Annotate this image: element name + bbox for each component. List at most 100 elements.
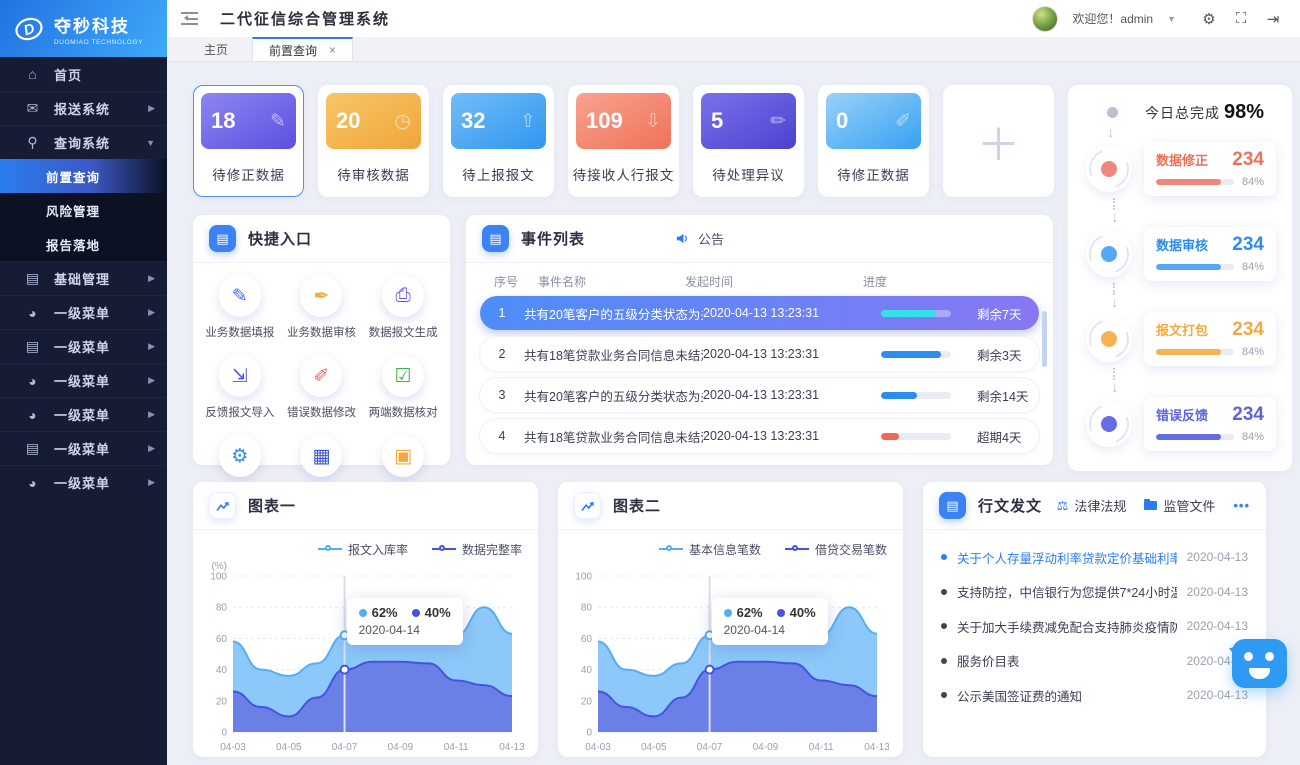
table-row[interactable]: 3 共有20笔客户的五级分类状态为关注 2020-04-13 13:23:31 … (480, 378, 1039, 412)
list-item[interactable]: 公示美国签证费的通知 2020-04-13 (941, 678, 1248, 713)
avatar[interactable] (1032, 6, 1058, 32)
list-item[interactable]: 关于加大手续费减免配合支持肺炎疫情防... 2020-04-13 (941, 609, 1248, 644)
arrow-down-icon: ↓ (1107, 125, 1292, 140)
chart-panel-1: 图表一 报文入库率数据完整率020406080100(%)04-0304-050… (193, 482, 538, 757)
search-icon: ⚲ (24, 134, 41, 151)
checkbox-icon: ☑ (382, 355, 424, 397)
table-row[interactable]: 1 共有20笔客户的五级分类状态为关注... 2020-04-13 13:23:… (480, 296, 1039, 330)
tabbar: 主页 前置查询 × (167, 37, 1300, 62)
caret-down-icon[interactable]: ▼ (1167, 14, 1176, 24)
plus-icon: ＋ (977, 109, 1021, 173)
svg-text:80: 80 (216, 603, 228, 614)
username[interactable]: admin (1120, 12, 1153, 26)
quick-item-feedback-import[interactable]: ⇲反馈报文导入 (199, 355, 281, 420)
sidebar-item-base-management[interactable]: ▤ 基础管理 ▶ (0, 261, 167, 295)
pie-icon: ◕ (24, 475, 41, 491)
chevron-right-icon: ▶ (148, 341, 155, 352)
chevron-right-icon: ▶ (148, 443, 155, 454)
query-submenu: 前置查询 风险管理 报告落地 (0, 159, 167, 261)
quick-item-data-check[interactable]: ☑两端数据核对 (362, 355, 444, 420)
sidebar-item-menu-4[interactable]: ◕ 一级菜单 ▶ (0, 397, 167, 431)
progress-bar (1156, 264, 1234, 270)
progress-bar (881, 310, 951, 317)
stat-card-pending-upload[interactable]: 32⇧ 待上报报文 (443, 85, 554, 197)
welcome-text: 欢迎您！admin (1072, 10, 1153, 27)
sidebar-item-report-landing[interactable]: 报告落地 (0, 227, 167, 261)
speaker-icon (675, 231, 690, 246)
clipboard-upload-icon: ⇧ (520, 110, 536, 133)
today-total-title: 今日总完成98% (1145, 101, 1264, 124)
sidebar-item-menu-5[interactable]: ▤ 一级菜单 ▶ (0, 431, 167, 465)
chart-tooltip: 62%40%2020-04-14 (712, 598, 828, 645)
smiley-mouth-icon (1249, 668, 1270, 679)
bullet-icon (941, 692, 947, 698)
sidebar-item-risk-management[interactable]: 风险管理 (0, 193, 167, 227)
announcement-link[interactable]: 公告 (675, 229, 724, 248)
stat-card-pending-fix[interactable]: 18✎ 待修正数据 (193, 85, 304, 197)
close-icon[interactable]: × (329, 43, 336, 57)
stat-card-pending-audit[interactable]: 20◷ 待审核数据 (318, 85, 429, 197)
svg-text:04-09: 04-09 (388, 742, 414, 753)
settings-gear-icon[interactable]: ⚙ (1200, 10, 1218, 28)
tab-law[interactable]: ⚖法律法规 (1057, 496, 1127, 515)
svg-text:04-07: 04-07 (332, 742, 358, 753)
sidebar: D 夺秒科技 DUOMIAO TECHNOLOGY ⌂ 首页 ✉ 报送系统 ▶ … (0, 0, 167, 765)
legend-item: 基本信息笔数 (659, 541, 761, 558)
tab-regulatory[interactable]: 监管文件 (1144, 496, 1215, 515)
sidebar-collapse-icon[interactable] (181, 12, 198, 25)
stat-card-pending-dispute[interactable]: 5✏ 待处理异议 (693, 85, 804, 197)
table-row[interactable]: 2 共有18笔贷款业务合同信息未结清 2020-04-13 13:23:31 剩… (480, 337, 1039, 371)
logout-icon[interactable]: ⇥ (1264, 10, 1282, 28)
stat-card-pending-fix-2[interactable]: 0✐ 待修正数据 (818, 85, 929, 197)
quick-entry-panel: ▤ 快捷入口 ✎业务数据填报 ✒业务数据审核 ⎙数据报文生成 ⇲反馈报文导入 ✐… (193, 215, 450, 465)
stat-card-pending-receive[interactable]: 109⇩ 待接收人行报文 (568, 85, 679, 197)
svg-text:04-05: 04-05 (641, 742, 667, 753)
table-row[interactable]: 4 共有18笔贷款业务合同信息未结清 2020-04-13 13:23:31 超… (480, 419, 1039, 453)
list-item[interactable]: 关于个人存量浮动利率贷款定价基础利率... 2020-04-13 (941, 540, 1248, 575)
topbar-actions: 欢迎您！admin ▼ ⚙ ⛶ ⇥ (1032, 6, 1282, 32)
tab-home[interactable]: 主页 (180, 37, 252, 61)
chevron-right-icon: ▶ (148, 307, 155, 318)
chart-tooltip: 62%40%2020-04-14 (347, 598, 463, 645)
today-progress-panel: 今日总完成98% ↓ 数据修正234 84% ↓ 数据审核234 84% ↓ (1068, 85, 1292, 471)
chart-2[interactable]: 基本信息笔数借贷交易笔数02040608010004-0304-0504-070… (558, 530, 903, 763)
list-item[interactable]: 服务价目表 2020-04-13 (941, 644, 1248, 679)
list-item[interactable]: 支持防控，中信银行为您提供7*24小时温... 2020-04-13 (941, 575, 1248, 610)
sidebar-item-menu-1[interactable]: ◕ 一级菜单 ▶ (0, 295, 167, 329)
document-tabs: ⚖法律法规 监管文件 ••• (1057, 496, 1250, 515)
documents-panel: ▤ 行文发文 ⚖法律法规 监管文件 ••• 关于个人存量浮动利率贷款定价基础利率… (923, 482, 1266, 757)
chart-1[interactable]: 报文入库率数据完整率020406080100(%)04-0304-0504-07… (193, 530, 538, 763)
sidebar-item-menu-3[interactable]: ◕ 一级菜单 ▶ (0, 363, 167, 397)
bullet-icon (941, 589, 947, 595)
quick-item-data-fill[interactable]: ✎业务数据填报 (199, 275, 281, 340)
add-card-button[interactable]: ＋ (943, 85, 1054, 197)
sidebar-item-menu-6[interactable]: ◕ 一级菜单 ▶ (0, 465, 167, 499)
sidebar-item-query-system[interactable]: ⚲ 查询系统 ▼ (0, 125, 167, 159)
gear-icon: ⚙ (219, 435, 261, 477)
more-dots-icon[interactable]: ••• (1233, 498, 1250, 513)
quick-item-error-fix[interactable]: ✐错误数据修改 (281, 355, 363, 420)
flow-step-data-audit[interactable]: 数据审核234 84% (1086, 227, 1292, 281)
document-edit-icon: ✏ (770, 110, 786, 133)
svg-text:60: 60 (581, 634, 593, 645)
quick-item-data-audit[interactable]: ✒业务数据审核 (281, 275, 363, 340)
smiley-eye-icon (1265, 652, 1274, 661)
chat-widget[interactable] (1232, 639, 1287, 688)
stamp-clock-icon: ◷ (394, 110, 411, 133)
layers-icon: ▣ (382, 435, 424, 477)
quick-item-message-generate[interactable]: ⎙数据报文生成 (362, 275, 444, 340)
event-list-panel: ▤ 事件列表 公告 序号 事件名称 发起时间 进度 (466, 215, 1053, 465)
sidebar-item-menu-2[interactable]: ▤ 一级菜单 ▶ (0, 329, 167, 363)
sidebar-item-front-query[interactable]: 前置查询 (0, 159, 167, 193)
flow-step-error-feedback[interactable]: 错误反馈234 84% (1086, 397, 1292, 451)
pie-icon: ◕ (24, 407, 41, 423)
fullscreen-icon[interactable]: ⛶ (1232, 10, 1250, 27)
flow-step-data-fix[interactable]: 数据修正234 84% (1086, 142, 1292, 196)
sidebar-item-report-system[interactable]: ✉ 报送系统 ▶ (0, 91, 167, 125)
flow-step-message-pack[interactable]: 报文打包234 84% (1086, 312, 1292, 366)
sidebar-item-home[interactable]: ⌂ 首页 (0, 57, 167, 91)
svg-text:80: 80 (581, 603, 593, 614)
scrollbar[interactable] (1042, 311, 1047, 367)
tab-front-query[interactable]: 前置查询 × (252, 37, 353, 61)
svg-text:(%): (%) (211, 561, 227, 572)
